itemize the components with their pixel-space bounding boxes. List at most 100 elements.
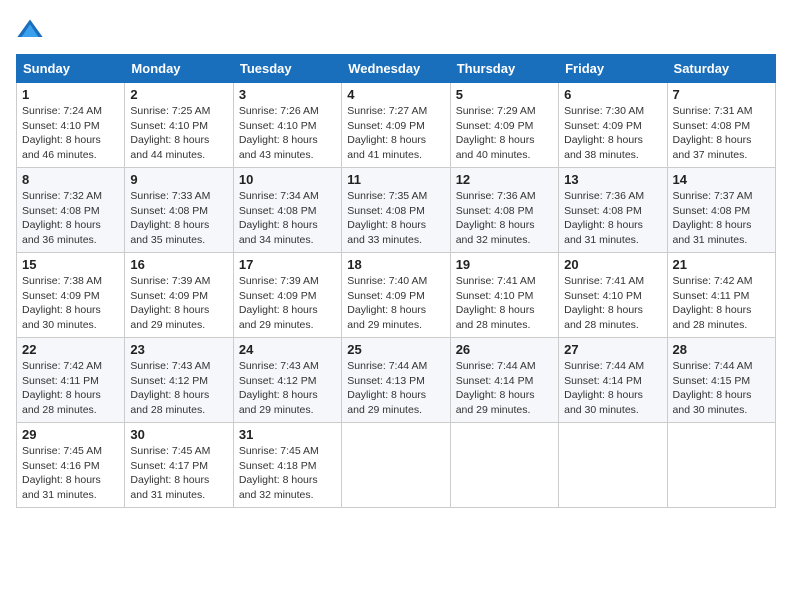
header xyxy=(16,16,776,44)
day-number: 10 xyxy=(239,172,336,187)
calendar-cell: 31Sunrise: 7:45 AMSunset: 4:18 PMDayligh… xyxy=(233,423,341,508)
day-info: Sunrise: 7:32 AMSunset: 4:08 PMDaylight:… xyxy=(22,189,119,248)
day-info: Sunrise: 7:45 AMSunset: 4:17 PMDaylight:… xyxy=(130,444,227,503)
calendar-cell: 4 Sunrise: 7:27 AMSunset: 4:09 PMDaylight… xyxy=(342,83,450,168)
calendar-header-wednesday: Wednesday xyxy=(342,55,450,83)
day-info: Sunrise: 7:44 AMSunset: 4:14 PMDaylight:… xyxy=(456,359,553,418)
day-number: 16 xyxy=(130,257,227,272)
calendar-cell: 12 Sunrise: 7:36 AMSunset: 4:08 PMDayligh… xyxy=(450,168,558,253)
day-info: Sunrise: 7:40 AMSunset: 4:09 PMDaylight:… xyxy=(347,274,444,333)
calendar-cell: 20Sunrise: 7:41 AMSunset: 4:10 PMDayligh… xyxy=(559,253,667,338)
calendar-week-1: 1 Sunrise: 7:24 AMSunset: 4:10 PMDaylight… xyxy=(17,83,776,168)
day-number: 2 xyxy=(130,87,227,102)
calendar-cell: 18Sunrise: 7:40 AMSunset: 4:09 PMDayligh… xyxy=(342,253,450,338)
calendar-header-friday: Friday xyxy=(559,55,667,83)
calendar-cell: 29 Sunrise: 7:45 AMSunset: 4:16 PMDayligh… xyxy=(17,423,125,508)
calendar-cell: 16 Sunrise: 7:39 AMSunset: 4:09 PMDayligh… xyxy=(125,253,233,338)
calendar-cell: 23 Sunrise: 7:43 AMSunset: 4:12 PMDayligh… xyxy=(125,338,233,423)
calendar-cell xyxy=(559,423,667,508)
calendar-cell: 15Sunrise: 7:38 AMSunset: 4:09 PMDayligh… xyxy=(17,253,125,338)
day-info: Sunrise: 7:39 AMSunset: 4:09 PMDaylight:… xyxy=(130,274,227,333)
calendar-cell: 8Sunrise: 7:32 AMSunset: 4:08 PMDaylight… xyxy=(17,168,125,253)
calendar-cell: 9Sunrise: 7:33 AMSunset: 4:08 PMDaylight… xyxy=(125,168,233,253)
day-number: 12 xyxy=(456,172,553,187)
day-info: Sunrise: 7:42 AMSunset: 4:11 PMDaylight:… xyxy=(22,359,119,418)
logo xyxy=(16,16,48,44)
calendar-cell: 10 Sunrise: 7:34 AMSunset: 4:08 PMDayligh… xyxy=(233,168,341,253)
day-info: Sunrise: 7:31 AMSunset: 4:08 PMDaylight:… xyxy=(673,104,770,163)
day-info: Sunrise: 7:41 AMSunset: 4:10 PMDaylight:… xyxy=(456,274,553,333)
calendar-week-3: 15Sunrise: 7:38 AMSunset: 4:09 PMDayligh… xyxy=(17,253,776,338)
calendar-cell: 14Sunrise: 7:37 AMSunset: 4:08 PMDayligh… xyxy=(667,168,775,253)
logo-icon xyxy=(16,16,44,44)
calendar-cell: 11Sunrise: 7:35 AMSunset: 4:08 PMDayligh… xyxy=(342,168,450,253)
calendar-cell: 13Sunrise: 7:36 AMSunset: 4:08 PMDayligh… xyxy=(559,168,667,253)
day-info: Sunrise: 7:25 AMSunset: 4:10 PMDaylight:… xyxy=(130,104,227,163)
day-number: 21 xyxy=(673,257,770,272)
calendar-header-monday: Monday xyxy=(125,55,233,83)
day-number: 15 xyxy=(22,257,119,272)
calendar-header-sunday: Sunday xyxy=(17,55,125,83)
day-number: 30 xyxy=(130,427,227,442)
calendar-cell xyxy=(667,423,775,508)
day-number: 6 xyxy=(564,87,661,102)
calendar-cell: 22 Sunrise: 7:42 AMSunset: 4:11 PMDayligh… xyxy=(17,338,125,423)
day-number: 25 xyxy=(347,342,444,357)
day-number: 24 xyxy=(239,342,336,357)
calendar-cell xyxy=(342,423,450,508)
calendar-cell: 30 Sunrise: 7:45 AMSunset: 4:17 PMDayligh… xyxy=(125,423,233,508)
calendar-header-row: SundayMondayTuesdayWednesdayThursdayFrid… xyxy=(17,55,776,83)
calendar-header-tuesday: Tuesday xyxy=(233,55,341,83)
calendar-cell: 7 Sunrise: 7:31 AMSunset: 4:08 PMDaylight… xyxy=(667,83,775,168)
day-info: Sunrise: 7:34 AMSunset: 4:08 PMDaylight:… xyxy=(239,189,336,248)
day-info: Sunrise: 7:30 AMSunset: 4:09 PMDaylight:… xyxy=(564,104,661,163)
calendar-header-thursday: Thursday xyxy=(450,55,558,83)
day-info: Sunrise: 7:43 AMSunset: 4:12 PMDaylight:… xyxy=(130,359,227,418)
day-number: 27 xyxy=(564,342,661,357)
calendar-week-4: 22 Sunrise: 7:42 AMSunset: 4:11 PMDayligh… xyxy=(17,338,776,423)
day-number: 26 xyxy=(456,342,553,357)
calendar-cell: 6 Sunrise: 7:30 AMSunset: 4:09 PMDaylight… xyxy=(559,83,667,168)
day-info: Sunrise: 7:27 AMSunset: 4:09 PMDaylight:… xyxy=(347,104,444,163)
calendar-cell: 28 Sunrise: 7:44 AMSunset: 4:15 PMDayligh… xyxy=(667,338,775,423)
day-info: Sunrise: 7:44 AMSunset: 4:13 PMDaylight:… xyxy=(347,359,444,418)
day-info: Sunrise: 7:44 AMSunset: 4:14 PMDaylight:… xyxy=(564,359,661,418)
day-info: Sunrise: 7:42 AMSunset: 4:11 PMDaylight:… xyxy=(673,274,770,333)
calendar-cell: 17 Sunrise: 7:39 AMSunset: 4:09 PMDayligh… xyxy=(233,253,341,338)
day-number: 11 xyxy=(347,172,444,187)
day-number: 3 xyxy=(239,87,336,102)
day-number: 17 xyxy=(239,257,336,272)
day-info: Sunrise: 7:36 AMSunset: 4:08 PMDaylight:… xyxy=(564,189,661,248)
day-info: Sunrise: 7:37 AMSunset: 4:08 PMDaylight:… xyxy=(673,189,770,248)
day-info: Sunrise: 7:36 AMSunset: 4:08 PMDaylight:… xyxy=(456,189,553,248)
day-info: Sunrise: 7:26 AMSunset: 4:10 PMDaylight:… xyxy=(239,104,336,163)
day-info: Sunrise: 7:43 AMSunset: 4:12 PMDaylight:… xyxy=(239,359,336,418)
calendar-cell xyxy=(450,423,558,508)
day-number: 1 xyxy=(22,87,119,102)
day-number: 28 xyxy=(673,342,770,357)
day-info: Sunrise: 7:45 AMSunset: 4:16 PMDaylight:… xyxy=(22,444,119,503)
day-info: Sunrise: 7:33 AMSunset: 4:08 PMDaylight:… xyxy=(130,189,227,248)
calendar-cell: 24 Sunrise: 7:43 AMSunset: 4:12 PMDayligh… xyxy=(233,338,341,423)
calendar-cell: 21 Sunrise: 7:42 AMSunset: 4:11 PMDayligh… xyxy=(667,253,775,338)
day-number: 29 xyxy=(22,427,119,442)
day-info: Sunrise: 7:29 AMSunset: 4:09 PMDaylight:… xyxy=(456,104,553,163)
calendar-week-2: 8Sunrise: 7:32 AMSunset: 4:08 PMDaylight… xyxy=(17,168,776,253)
day-number: 19 xyxy=(456,257,553,272)
calendar-cell: 5 Sunrise: 7:29 AMSunset: 4:09 PMDaylight… xyxy=(450,83,558,168)
calendar-cell: 25 Sunrise: 7:44 AMSunset: 4:13 PMDayligh… xyxy=(342,338,450,423)
day-number: 4 xyxy=(347,87,444,102)
calendar-cell: 26 Sunrise: 7:44 AMSunset: 4:14 PMDayligh… xyxy=(450,338,558,423)
day-number: 7 xyxy=(673,87,770,102)
calendar-cell: 1 Sunrise: 7:24 AMSunset: 4:10 PMDaylight… xyxy=(17,83,125,168)
calendar-cell: 19 Sunrise: 7:41 AMSunset: 4:10 PMDayligh… xyxy=(450,253,558,338)
day-info: Sunrise: 7:44 AMSunset: 4:15 PMDaylight:… xyxy=(673,359,770,418)
calendar-cell: 2 Sunrise: 7:25 AMSunset: 4:10 PMDaylight… xyxy=(125,83,233,168)
day-info: Sunrise: 7:24 AMSunset: 4:10 PMDaylight:… xyxy=(22,104,119,163)
calendar-header-saturday: Saturday xyxy=(667,55,775,83)
day-number: 23 xyxy=(130,342,227,357)
day-number: 5 xyxy=(456,87,553,102)
day-info: Sunrise: 7:39 AMSunset: 4:09 PMDaylight:… xyxy=(239,274,336,333)
calendar-cell: 27 Sunrise: 7:44 AMSunset: 4:14 PMDayligh… xyxy=(559,338,667,423)
day-number: 22 xyxy=(22,342,119,357)
